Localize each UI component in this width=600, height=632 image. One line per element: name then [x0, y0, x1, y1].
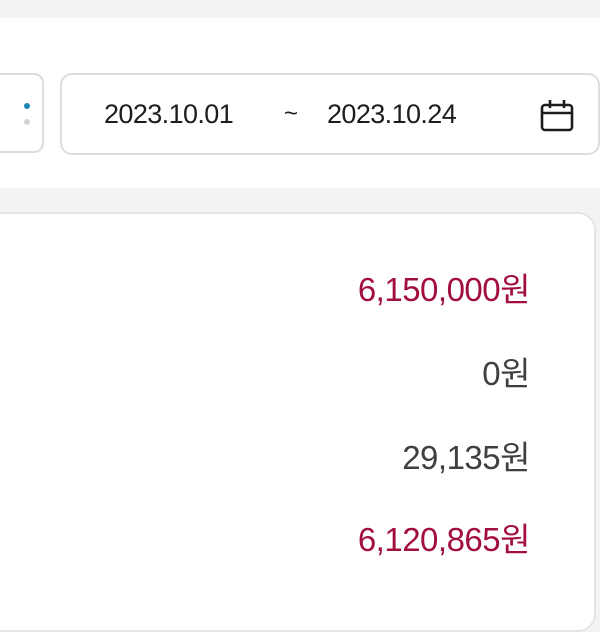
filter-panel: 2023.10.01 ~ 2023.10.24	[0, 18, 600, 188]
more-dot-active	[24, 103, 30, 109]
summary-amount: 0원	[482, 355, 530, 392]
summary-amount: 6,120,865원	[357, 521, 531, 558]
more-dot-inactive	[24, 119, 30, 125]
top-strip	[0, 0, 600, 18]
filter-select[interactable]	[0, 73, 44, 153]
date-separator: ~	[284, 100, 299, 127]
date-range-picker[interactable]: 2023.10.01 ~ 2023.10.24	[60, 73, 600, 155]
calendar-icon[interactable]	[538, 97, 576, 135]
date-end: 2023.10.24	[327, 99, 457, 129]
summary-amount: 29,135원	[402, 439, 530, 476]
summary-amount: 6,150,000원	[357, 271, 531, 308]
summary-card: 6,150,000원 0원 29,135원 6,120,865원	[0, 212, 596, 632]
date-start: 2023.10.01	[104, 99, 234, 129]
